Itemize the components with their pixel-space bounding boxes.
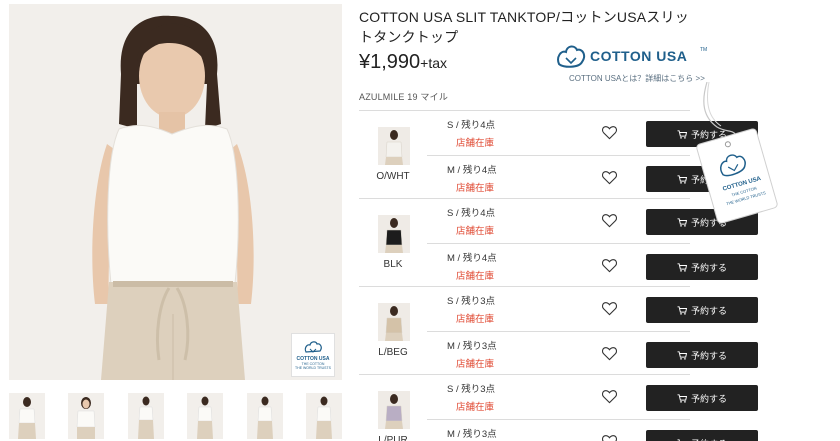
thumbnail-3[interactable] bbox=[127, 393, 164, 439]
cotton-boll-icon bbox=[304, 341, 322, 353]
reserve-button[interactable]: 予約する bbox=[646, 385, 758, 411]
variant-size-row: S / 残り3点店舗在庫 予約する bbox=[427, 287, 758, 331]
variant-swatch-image[interactable] bbox=[378, 215, 410, 253]
main-product-photo: COTTON USA THE COTTON THE WORLD TRUSTS bbox=[9, 4, 342, 380]
cart-icon bbox=[677, 129, 687, 139]
badge-line-3: THE WORLD TRUSTS bbox=[295, 366, 331, 370]
variant-color-label: O/WHT bbox=[376, 171, 410, 182]
favorite-heart-icon[interactable] bbox=[601, 125, 618, 140]
reserve-button[interactable]: 予約する bbox=[646, 297, 758, 323]
variant-group: BLK S / 残り4点 店舗在庫 予約する M / 残り4点 店舗在庫 予約する bbox=[359, 198, 758, 287]
cart-icon bbox=[677, 174, 687, 184]
favorite-heart-icon[interactable] bbox=[601, 213, 618, 228]
cotton-usa-badge: COTTON USA THE COTTON THE WORLD TRUSTS bbox=[291, 333, 335, 377]
variant-color-sample: O/WHT bbox=[359, 111, 427, 199]
store-stock-link[interactable]: 店舗在庫 bbox=[456, 268, 494, 282]
miles-label: AZULMILE 19 マイル bbox=[359, 92, 449, 102]
variant-size-row: M / 残り4点店舗在庫予約する bbox=[427, 155, 758, 199]
model-photo-illustration bbox=[9, 4, 342, 380]
reserve-button-label: 予約する bbox=[691, 437, 727, 441]
variant-color-sample: L/BEG bbox=[359, 287, 427, 375]
store-stock-link[interactable]: 店舗在庫 bbox=[456, 356, 494, 370]
store-stock-link[interactable]: 店舗在庫 bbox=[456, 135, 494, 149]
favorite-heart-icon[interactable] bbox=[601, 346, 618, 361]
store-stock-link[interactable]: 店舗在庫 bbox=[456, 223, 494, 237]
hang-tag-image bbox=[696, 81, 778, 224]
cotton-usa-logo: COTTON USA TM bbox=[557, 44, 713, 70]
reserve-button-label: 予約する bbox=[690, 393, 727, 404]
variant-group: O/WHTS / 残り4点店舗在庫予約するM / 残り4点店舗在庫予約する bbox=[359, 110, 758, 199]
variant-size-row: M / 残り3点店舗在庫 予約する bbox=[427, 331, 758, 375]
size-stock-label: M / 残り4点 bbox=[447, 165, 497, 176]
price-amount: ¥1,990 bbox=[359, 51, 421, 73]
variant-color-label: BLK bbox=[383, 259, 403, 270]
variant-size-row: S / 残り4点 店舗在庫 予約する bbox=[427, 199, 758, 243]
variant-group: L/BEG S / 残り3点 店舗在庫 予約する M / 残り3点 店舗在庫 予約する bbox=[359, 286, 758, 375]
favorite-heart-icon[interactable] bbox=[601, 170, 618, 185]
thumbnail-4[interactable] bbox=[187, 393, 224, 439]
cotton-usa-logo-tm: TM bbox=[700, 47, 708, 53]
reserve-button[interactable]: 予約する bbox=[646, 254, 758, 280]
favorite-heart-icon[interactable] bbox=[601, 434, 618, 441]
variant-size-row: S / 残り4点 店舗在庫 予約する bbox=[427, 111, 758, 155]
product-price: ¥1,990+tax bbox=[359, 51, 447, 74]
cart-icon bbox=[677, 305, 687, 315]
size-stock-label: S / 残り4点 bbox=[447, 208, 496, 219]
variant-color-label: L/BEG bbox=[378, 347, 408, 358]
size-stock-label: S / 残り3点 bbox=[447, 384, 496, 395]
cart-icon bbox=[677, 262, 687, 272]
size-stock-label: M / 残り3点 bbox=[447, 429, 497, 440]
cotton-usa-hang-tag: COTTON USA THE COTTON THE WORLD TRUSTS bbox=[695, 81, 785, 232]
size-stock-label: M / 残り3点 bbox=[447, 341, 497, 352]
favorite-heart-icon[interactable] bbox=[601, 389, 618, 404]
thumbnail-strip bbox=[9, 393, 342, 439]
variant-swatch-image[interactable] bbox=[378, 303, 410, 341]
variant-swatch-image[interactable] bbox=[378, 127, 410, 165]
cart-icon bbox=[677, 393, 687, 403]
reserve-button-label: 予約する bbox=[690, 262, 727, 273]
reserve-button[interactable]: 予約する bbox=[646, 430, 758, 441]
variant-group: L/PURS / 残り3点店舗在庫予約するM / 残り3点店舗在庫予約する bbox=[359, 374, 758, 441]
favorite-heart-icon[interactable] bbox=[601, 258, 618, 273]
variant-size-row: S / 残り3点店舗在庫 予約する bbox=[427, 375, 758, 419]
size-stock-label: S / 残り4点 bbox=[447, 120, 496, 131]
reserve-button[interactable]: 予約する bbox=[646, 342, 758, 368]
size-stock-label: S / 残り3点 bbox=[447, 296, 496, 307]
variant-size-row: M / 残り4点店舗在庫 予約する bbox=[427, 243, 758, 287]
reserve-button-label: 予約する bbox=[690, 305, 727, 316]
favorite-heart-icon[interactable] bbox=[601, 301, 618, 316]
thumbnail-1[interactable] bbox=[9, 393, 45, 439]
product-title: COTTON USA SLIT TANKTOP/コットンUSAスリットタンクトッ… bbox=[359, 9, 689, 45]
store-stock-link[interactable]: 店舗在庫 bbox=[456, 311, 494, 325]
variant-color-label: L/PUR bbox=[378, 435, 408, 441]
variant-color-sample: L/PUR bbox=[359, 375, 427, 441]
variant-swatch-image[interactable] bbox=[378, 391, 410, 429]
cotton-usa-logo-text: COTTON USA bbox=[590, 48, 688, 64]
thumbnail-2[interactable] bbox=[68, 393, 105, 439]
variant-size-row: M / 残り3点店舗在庫予約する bbox=[427, 419, 758, 441]
variant-table: O/WHTS / 残り4点店舗在庫予約するM / 残り4点店舗在庫予約するBLK… bbox=[359, 110, 758, 441]
store-stock-link[interactable]: 店舗在庫 bbox=[456, 180, 494, 194]
price-tax-label: +tax bbox=[420, 55, 448, 71]
thumbnail-5[interactable] bbox=[246, 393, 283, 439]
size-stock-label: M / 残り4点 bbox=[447, 253, 497, 264]
cart-icon bbox=[677, 350, 687, 360]
variant-color-sample: BLK bbox=[359, 199, 427, 287]
cotton-usa-about-link[interactable]: COTTON USAとは？詳細はこちら >> bbox=[569, 73, 705, 84]
thumbnail-6[interactable] bbox=[305, 393, 342, 439]
store-stock-link[interactable]: 店舗在庫 bbox=[456, 399, 494, 413]
cart-icon bbox=[677, 217, 687, 227]
reserve-button-label: 予約する bbox=[690, 350, 727, 361]
